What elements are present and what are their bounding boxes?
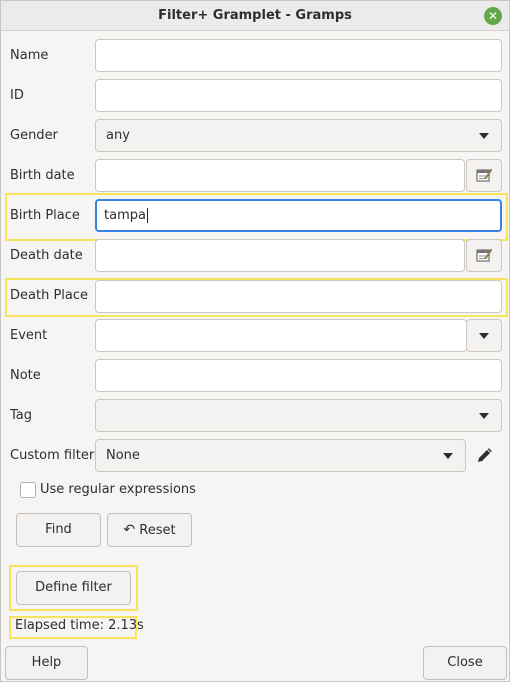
id-label: ID: [10, 88, 24, 103]
title-bar: Filter+ Gramplet - Gramps ✕: [1, 1, 509, 31]
death-date-editor-button[interactable]: [466, 239, 502, 272]
chevron-down-icon: [479, 333, 489, 339]
event-dropdown-button[interactable]: [466, 319, 502, 352]
find-button[interactable]: Find: [16, 513, 101, 547]
custom-filter-select[interactable]: None: [95, 439, 466, 472]
reset-label: Reset: [139, 523, 176, 538]
close-button[interactable]: Close: [423, 646, 507, 680]
gender-label: Gender: [10, 128, 58, 143]
birth-date-input[interactable]: [95, 159, 465, 192]
chevron-down-icon: [479, 133, 489, 139]
birth-date-label: Birth date: [10, 168, 75, 183]
birth-date-editor-button[interactable]: [466, 159, 502, 192]
name-input[interactable]: [95, 39, 502, 72]
window-title: Filter+ Gramplet - Gramps: [158, 8, 352, 23]
tag-select[interactable]: [95, 399, 502, 432]
regex-checkbox[interactable]: [20, 482, 36, 498]
reset-button[interactable]: ↶ Reset: [107, 513, 192, 547]
undo-icon: ↶: [123, 522, 136, 538]
birth-place-input[interactable]: tampa: [95, 199, 502, 232]
help-button[interactable]: Help: [5, 646, 88, 680]
death-date-label: Death date: [10, 248, 83, 263]
date-editor-icon: [476, 168, 492, 182]
death-place-input[interactable]: [95, 280, 502, 313]
custom-filter-value: None: [106, 448, 140, 463]
gender-select[interactable]: any: [95, 119, 502, 152]
edit-filter-button[interactable]: [471, 445, 497, 467]
death-date-input[interactable]: [95, 239, 465, 272]
note-label: Note: [10, 368, 41, 383]
pencil-icon: [478, 448, 492, 462]
filter-gramplet-window: Filter+ Gramplet - Gramps ✕ Name ID Gend…: [0, 0, 510, 682]
chevron-down-icon: [443, 453, 453, 459]
close-icon[interactable]: ✕: [484, 7, 502, 25]
text-cursor: [146, 208, 148, 223]
gender-value: any: [106, 128, 130, 143]
date-editor-icon: [476, 248, 492, 262]
note-input[interactable]: [95, 359, 502, 392]
regex-label[interactable]: Use regular expressions: [40, 482, 196, 497]
elapsed-time-status: Elapsed time: 2.13s: [15, 618, 144, 633]
define-filter-button[interactable]: Define filter: [16, 571, 131, 605]
birth-place-label: Birth Place: [10, 208, 80, 223]
tag-label: Tag: [10, 408, 33, 423]
event-input[interactable]: [95, 319, 467, 352]
event-label: Event: [10, 328, 48, 343]
chevron-down-icon: [479, 413, 489, 419]
birth-place-value: tampa: [104, 208, 146, 223]
custom-filter-label: Custom filter: [10, 448, 95, 463]
death-place-label: Death Place: [10, 288, 89, 303]
id-input[interactable]: [95, 79, 502, 112]
name-label: Name: [10, 48, 49, 63]
